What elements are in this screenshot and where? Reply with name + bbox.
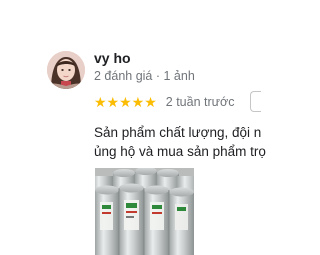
rating-row: ★★★★★ 2 tuần trước: [94, 93, 234, 111]
review-text-line: ủng hộ và mua sản phẩm trọ: [94, 144, 266, 159]
reviewer-meta: 2 đánh giá · 1 ảnh: [94, 69, 195, 83]
reviewer-name[interactable]: vy ho: [94, 50, 131, 66]
review-photo[interactable]: [95, 168, 194, 255]
reviewer-avatar[interactable]: [47, 51, 85, 89]
review-text: Sản phẩm chất lượng, đội n ủng hộ và mua…: [94, 123, 284, 161]
review-text-line: Sản phẩm chất lượng, đội n: [94, 125, 262, 140]
review-time: 2 tuần trước: [165, 95, 235, 109]
star-rating: ★★★★★: [94, 94, 157, 110]
more-options-button[interactable]: [250, 91, 261, 112]
